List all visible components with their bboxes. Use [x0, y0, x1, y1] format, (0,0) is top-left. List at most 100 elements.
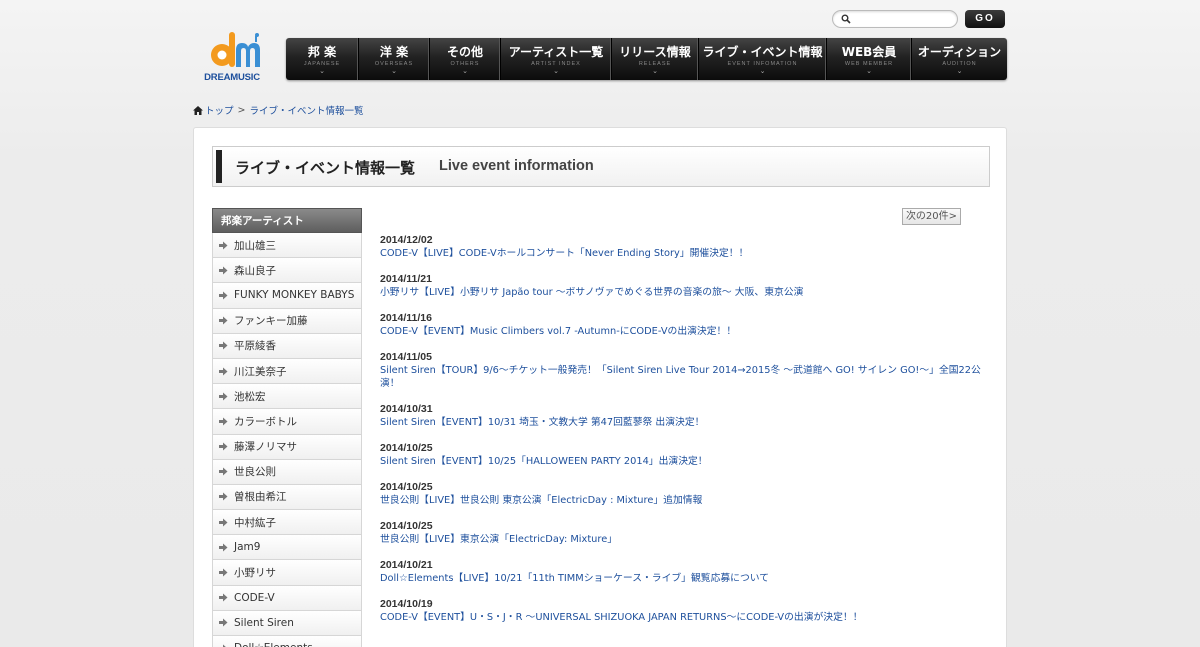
arrow-right-icon: [219, 341, 228, 350]
sidebar-artist-item[interactable]: FUNKY MONKEY BABYS: [212, 283, 362, 309]
news-item: 2014/11/21 小野リサ【LIVE】小野リサ Japão tour 〜ボサノ…: [380, 273, 990, 299]
sidebar-artist-item[interactable]: Jam9: [212, 535, 362, 561]
sidebar-heading: 邦楽アーティスト: [212, 208, 362, 233]
arrow-right-icon: [219, 492, 228, 501]
arrow-right-icon: [219, 392, 228, 401]
news-item: 2014/10/31 Silent Siren【EVENT】10/31 埼玉・文教…: [380, 403, 990, 429]
sidebar-artist-label: Doll☆Elements: [234, 642, 313, 647]
nav-overseas[interactable]: 洋 楽 OVERSEAS ⌄: [359, 38, 430, 80]
nav-label: その他: [446, 45, 483, 59]
nav-others[interactable]: その他 OTHERS ⌄: [430, 38, 501, 80]
news-link[interactable]: 小野リサ【LIVE】小野リサ Japão tour 〜ボサノヴァでめぐる世界の音…: [380, 286, 990, 299]
sidebar-artist-label: 平原綾香: [234, 340, 276, 353]
breadcrumb-current-link[interactable]: ライブ・イベント情報一覧: [249, 103, 363, 117]
sidebar-artist-item[interactable]: 川江美奈子: [212, 358, 362, 385]
nav-japanese[interactable]: 邦 楽 JAPANESE ⌄: [286, 38, 359, 80]
nav-audition[interactable]: オーディション AUDITION ⌄: [912, 38, 1007, 80]
sidebar-artist-label: FUNKY MONKEY BABYS: [234, 289, 355, 302]
news-date: 2014/10/25: [380, 481, 433, 493]
nav-artist-index[interactable]: アーティスト一覧 ARTIST INDEX ⌄: [501, 38, 612, 80]
sidebar-artist-label: 世良公則: [234, 466, 276, 479]
news-link[interactable]: Silent Siren【EVENT】10/31 埼玉・文教大学 第47回藍蓼祭…: [380, 416, 990, 429]
sidebar-artist-label: 池松宏: [234, 390, 266, 403]
title-accent-bar: [216, 150, 222, 183]
news-item: 2014/12/02 CODE-V【LIVE】CODE-Vホールコンサート「Nev…: [380, 234, 990, 260]
sidebar-artist-item[interactable]: Doll☆Elements: [212, 636, 362, 647]
news-link[interactable]: CODE-V【EVENT】Music Climbers vol.7 -Autum…: [380, 325, 990, 338]
sidebar-artist-item[interactable]: 曽根由希江: [212, 484, 362, 511]
news-link[interactable]: 世良公則【LIVE】東京公演「ElectricDay: Mixture」: [380, 533, 990, 546]
nav-label: ライブ・イベント情報: [702, 45, 823, 59]
chevron-down-icon: ⌄: [866, 67, 872, 75]
sidebar-artist-item[interactable]: 小野リサ: [212, 560, 362, 586]
nav-label: リリース情報: [619, 45, 691, 59]
next-page-button[interactable]: 次の20件>: [902, 208, 961, 225]
chevron-down-icon: ⌄: [391, 67, 397, 75]
arrow-right-icon: [219, 417, 228, 426]
artist-sidebar: 邦楽アーティスト 加山雄三森山良子 FUNKY MONKEY BABYS ファンキー…: [212, 208, 362, 647]
nav-release[interactable]: リリース情報 RELEASE ⌄: [612, 38, 699, 80]
sidebar-artist-label: 小野リサ: [234, 567, 276, 580]
sidebar-artist-label: 曽根由希江: [234, 491, 287, 504]
chevron-down-icon: ⌄: [462, 67, 468, 75]
arrow-right-icon: [219, 568, 228, 577]
sidebar-artist-item[interactable]: 池松宏: [212, 384, 362, 410]
breadcrumb-separator: >: [237, 104, 246, 116]
sidebar-artist-item[interactable]: 藤澤ノリマサ: [212, 434, 362, 460]
arrow-right-icon: [219, 518, 228, 527]
nav-web-member[interactable]: WEB会員 WEB MEMBER ⌄: [827, 38, 912, 80]
nav-label: 邦 楽: [307, 45, 337, 59]
arrow-right-icon: [219, 644, 227, 647]
search-icon: [841, 14, 851, 24]
news-date: 2014/10/21: [380, 559, 433, 571]
news-item: 2014/10/25 世良公則【LIVE】東京公演「ElectricDay: Mi…: [380, 520, 990, 546]
sidebar-artist-item[interactable]: 加山雄三: [212, 233, 362, 259]
news-link[interactable]: CODE-V【LIVE】CODE-Vホールコンサート「Never Ending …: [380, 247, 990, 260]
chevron-down-icon: ⌄: [652, 67, 658, 75]
arrow-right-icon: [219, 442, 228, 451]
sidebar-artist-item[interactable]: カラーボトル: [212, 409, 362, 435]
sidebar-artist-item[interactable]: CODE-V: [212, 585, 362, 611]
logo-brand-text: DREAMUSIC: [204, 72, 260, 83]
search-box[interactable]: [832, 10, 958, 28]
nav-event-information[interactable]: ライブ・イベント情報 EVENT INFOMATION ⌄: [699, 38, 827, 80]
sidebar-artist-label: 森山良子: [234, 264, 276, 277]
arrow-right-icon: [219, 266, 228, 275]
news-link[interactable]: CODE-V【EVENT】U・S・J・R 〜UNIVERSAL SHIZUOKA…: [380, 611, 990, 624]
news-date: 2014/10/19: [380, 598, 433, 610]
go-button[interactable]: GO: [965, 10, 1005, 28]
news-item: 2014/10/25 世良公則【LIVE】世良公則 東京公演「ElectricDa…: [380, 481, 990, 507]
news-item: 2014/10/19 CODE-V【EVENT】U・S・J・R 〜UNIVERSA…: [380, 598, 990, 624]
page-title-bar: ライブ・イベント情報一覧 Live event information: [212, 146, 990, 187]
sidebar-artist-item[interactable]: Silent Siren: [212, 610, 362, 636]
sidebar-artist-item[interactable]: 世良公則: [212, 459, 362, 485]
sidebar-artist-label: 藤澤ノリマサ: [234, 441, 297, 454]
news-link[interactable]: 世良公則【LIVE】世良公則 東京公演「ElectricDay : Mixtur…: [380, 494, 990, 507]
search-input[interactable]: [855, 12, 951, 26]
sidebar-artist-label: カラーボトル: [234, 415, 297, 428]
news-link[interactable]: Doll☆Elements【LIVE】10/21「11th TIMMショーケース…: [380, 572, 990, 585]
sidebar-artist-item[interactable]: 平原綾香: [212, 333, 362, 359]
news-date: 2014/11/05: [380, 351, 432, 363]
logo-mark-icon: [211, 32, 260, 67]
breadcrumb-home-link[interactable]: トップ: [205, 103, 234, 117]
chevron-down-icon: ⌄: [553, 67, 559, 75]
global-nav: 邦 楽 JAPANESE ⌄ 洋 楽 OVERSEAS ⌄ その他 OTHERS…: [286, 38, 1007, 80]
dreamusic-logo[interactable]: DREAMUSIC: [200, 26, 264, 86]
news-item: 2014/11/16 CODE-V【EVENT】Music Climbers vo…: [380, 312, 990, 338]
page-title-english: Live event information: [439, 158, 594, 174]
arrow-right-icon: [219, 618, 228, 627]
news-date: 2014/11/21: [380, 273, 432, 285]
news-link[interactable]: Silent Siren【EVENT】10/25「HALLOWEEN PARTY…: [380, 455, 990, 468]
chevron-down-icon: ⌄: [319, 67, 325, 75]
arrow-right-icon: [219, 467, 228, 476]
nav-label: アーティスト一覧: [508, 45, 604, 59]
news-link[interactable]: Silent Siren【TOUR】9/6〜チケット一般発売！「Silent S…: [380, 364, 990, 390]
news-item: 2014/10/21 Doll☆Elements【LIVE】10/21「11th …: [380, 559, 990, 585]
sidebar-artist-item[interactable]: ファンキー加藤: [212, 308, 362, 334]
main-panel: ライブ・イベント情報一覧 Live event information 邦楽アー…: [193, 127, 1007, 647]
home-icon: [193, 105, 203, 115]
sidebar-artist-item[interactable]: 中村紘子: [212, 510, 362, 536]
page-title: ライブ・イベント情報一覧: [235, 159, 416, 177]
sidebar-artist-item[interactable]: 森山良子: [212, 258, 362, 284]
